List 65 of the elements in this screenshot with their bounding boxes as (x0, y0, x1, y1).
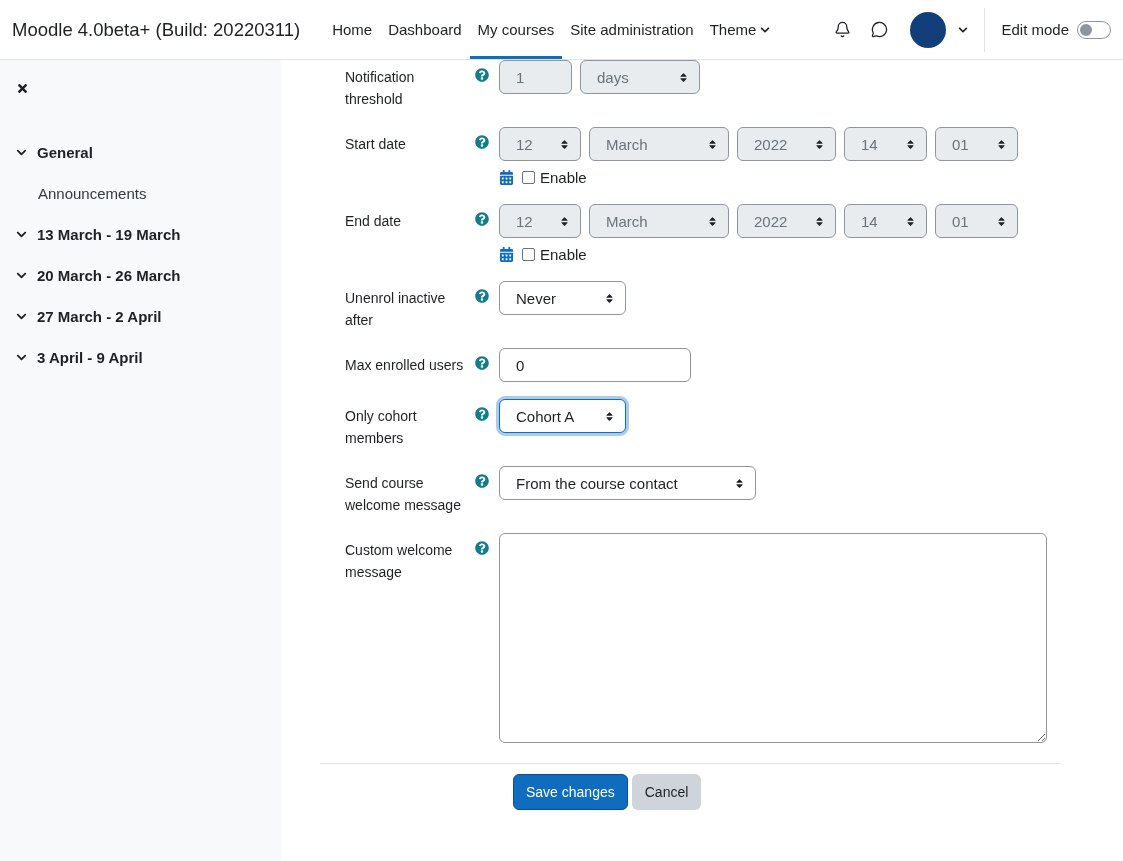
edit-mode-label: Edit mode (1001, 21, 1069, 38)
sort-icon (604, 410, 615, 422)
chevron-icon[interactable] (16, 311, 27, 322)
save-button[interactable]: Save changes (513, 774, 628, 810)
caret-icon (760, 24, 771, 35)
select-field[interactable]: Never (499, 281, 626, 315)
field-label: Notification threshold (345, 68, 416, 109)
field-label: Send course welcome message (345, 474, 462, 515)
field-label: End date (345, 212, 403, 231)
site-name[interactable]: Moodle 4.0beta+ (Build: 20220311) (12, 18, 301, 41)
section-link[interactable]: 27 March - 2 April (37, 308, 162, 325)
calendar-icon[interactable] (499, 169, 514, 185)
section-link[interactable]: 20 March - 26 March (37, 267, 181, 284)
calendar-icon[interactable] (499, 246, 514, 262)
nav-link[interactable]: Dashboard (380, 0, 470, 59)
edit-mode-toggle[interactable] (1077, 20, 1111, 39)
nav-link[interactable]: Theme (701, 0, 779, 59)
chevron-icon[interactable] (16, 147, 27, 158)
activity-link[interactable]: Announcements (16, 173, 281, 214)
field-label: Unenrol inactive after (345, 289, 447, 330)
help-icon[interactable] (475, 289, 489, 303)
help-icon[interactable] (475, 474, 489, 488)
nav-link[interactable]: Home (324, 0, 381, 59)
help-icon[interactable] (475, 135, 489, 149)
checkbox-label: Enable (540, 245, 587, 263)
sort-icon (814, 138, 825, 150)
textarea-field[interactable] (499, 533, 1047, 743)
caret-icon[interactable] (958, 24, 969, 35)
help-icon[interactable] (475, 212, 489, 226)
help-icon[interactable] (475, 356, 489, 370)
bell-icon[interactable] (834, 21, 852, 38)
chat-icon[interactable] (871, 21, 889, 38)
sort-icon (707, 215, 718, 227)
sort-icon (996, 138, 1007, 150)
field-label: Custom welcome message (345, 541, 454, 582)
chevron-icon[interactable] (16, 352, 27, 363)
sort-icon (905, 215, 916, 227)
sort-icon (604, 292, 615, 304)
help-icon[interactable] (475, 541, 489, 555)
select-field[interactable]: From the course contact (499, 466, 756, 500)
help-icon[interactable] (475, 68, 489, 82)
input-field[interactable]: 0 (499, 348, 691, 382)
sort-icon (905, 138, 916, 150)
sort-icon (814, 215, 825, 227)
nav-link[interactable]: Site administration (562, 0, 702, 59)
sort-icon (707, 138, 718, 150)
chevron-icon[interactable] (16, 229, 27, 240)
sort-icon (996, 215, 1007, 227)
sort-icon (559, 138, 570, 150)
sort-icon (559, 215, 570, 227)
section-link[interactable]: General (37, 144, 93, 161)
sort-icon (734, 477, 745, 489)
sort-icon (678, 71, 689, 83)
section-link[interactable]: 3 April - 9 April (37, 349, 143, 366)
help-icon[interactable] (475, 407, 489, 421)
section-link[interactable]: 13 March - 19 March (37, 226, 181, 243)
user-avatar[interactable] (910, 11, 947, 48)
field-label: Start date (345, 135, 407, 154)
field-label: Only cohort members (345, 407, 418, 448)
field-label: Max enrolled users (345, 356, 465, 375)
chevron-icon[interactable] (16, 270, 27, 281)
close-icon[interactable] (16, 82, 29, 95)
select-field[interactable]: Cohort A (499, 399, 626, 433)
checkbox-label: Enable (540, 168, 587, 186)
cancel-button[interactable]: Cancel (631, 774, 702, 810)
